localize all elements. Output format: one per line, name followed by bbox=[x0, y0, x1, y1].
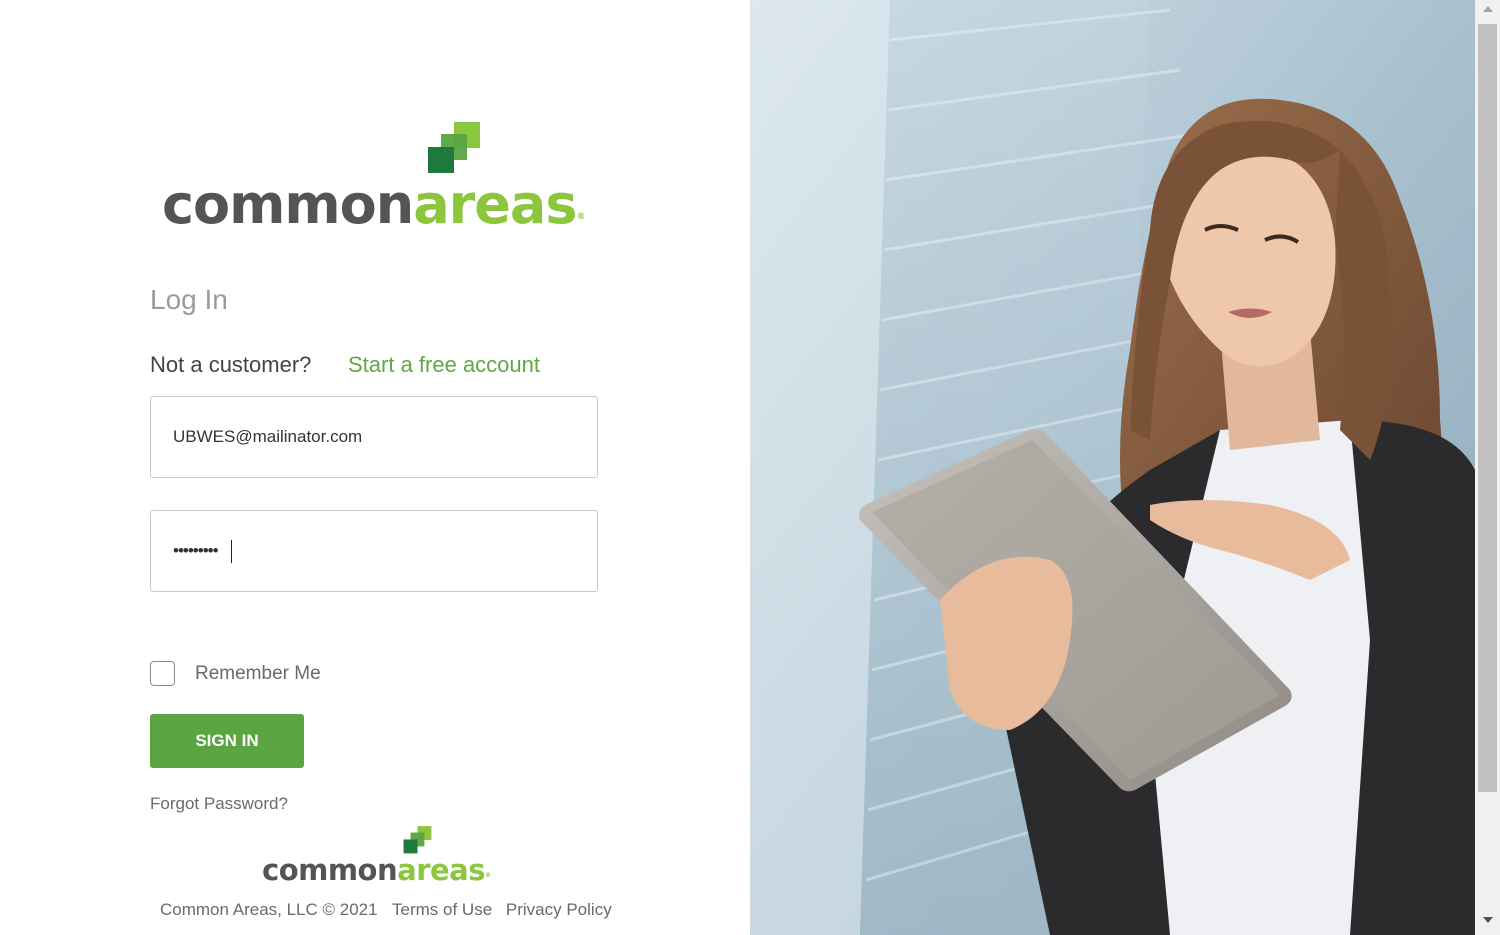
remember-me-checkbox[interactable] bbox=[150, 661, 175, 686]
woman-with-tablet-photo bbox=[750, 0, 1475, 935]
footer-logo: commonareas® bbox=[262, 824, 492, 888]
page-title: Log In bbox=[150, 284, 228, 315]
sign-in-button[interactable]: SIGN IN bbox=[150, 714, 304, 768]
terms-of-use-link[interactable]: Terms of Use bbox=[392, 900, 492, 919]
scroll-down-arrow-icon[interactable] bbox=[1483, 917, 1493, 923]
email-field[interactable] bbox=[150, 396, 598, 478]
remember-me-label[interactable]: Remember Me bbox=[195, 663, 321, 685]
email-input[interactable] bbox=[173, 397, 573, 477]
start-free-account-link[interactable]: Start a free account bbox=[348, 352, 540, 378]
copyright-text: Common Areas, LLC © 2021 bbox=[160, 900, 378, 919]
hero-photo bbox=[750, 0, 1475, 935]
password-field[interactable] bbox=[150, 510, 598, 592]
vertical-scrollbar[interactable] bbox=[1475, 0, 1500, 935]
footer: Common Areas, LLC © 2021 Terms of Use Pr… bbox=[160, 900, 621, 920]
stacked-squares-logo-icon bbox=[403, 826, 432, 854]
scrollbar-thumb[interactable] bbox=[1478, 24, 1497, 792]
not-customer-text: Not a customer? bbox=[150, 352, 312, 377]
text-caret bbox=[231, 540, 232, 563]
forgot-password-link[interactable]: Forgot Password? bbox=[150, 794, 288, 814]
scroll-up-arrow-icon[interactable] bbox=[1483, 6, 1493, 12]
stacked-squares-logo-icon bbox=[428, 122, 480, 173]
privacy-policy-link[interactable]: Privacy Policy bbox=[506, 900, 612, 919]
password-input[interactable] bbox=[173, 511, 573, 591]
login-panel: commonareas® Log In Not a customer? Star… bbox=[0, 0, 750, 935]
footer-logo-wordmark: commonareas® bbox=[262, 853, 491, 887]
common-areas-logo: commonareas® bbox=[162, 118, 592, 238]
logo-wordmark: commonareas® bbox=[162, 173, 585, 236]
